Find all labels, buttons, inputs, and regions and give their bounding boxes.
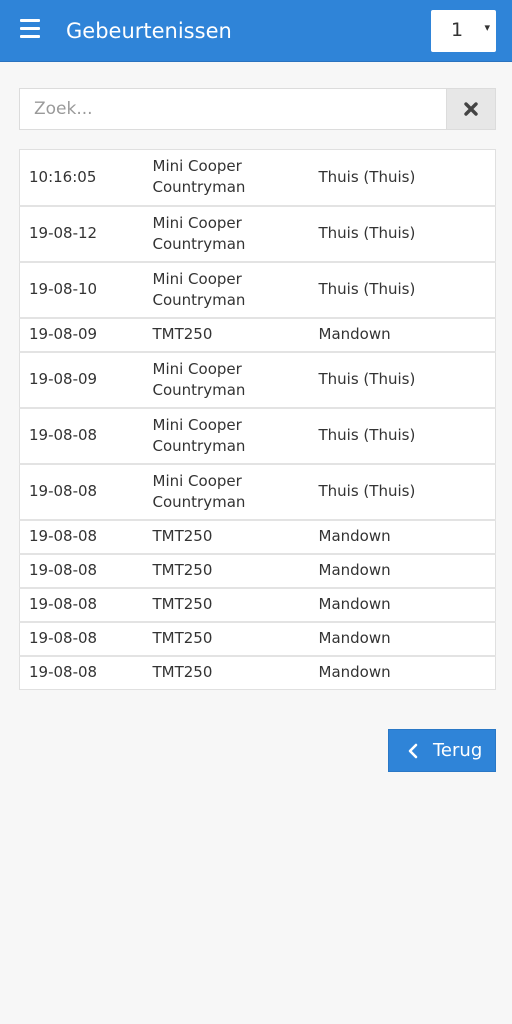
- event-location: Thuis (Thuis): [309, 260, 496, 318]
- app-header: Gebeurtenissen 1 ▾: [0, 0, 512, 62]
- event-location: Thuis (Thuis): [309, 204, 496, 262]
- table-row[interactable]: 19-08-08 TMT250 Mandown: [19, 654, 496, 690]
- table-row[interactable]: 19-08-12 Mini Cooper Countryman Thuis (Thu…: [19, 204, 496, 262]
- table-row[interactable]: 10:16:05 Mini Cooper Countryman Thuis (Thu…: [19, 149, 496, 206]
- close-icon: [464, 102, 478, 116]
- event-time: 19-08-08: [19, 462, 144, 520]
- event-time: 19-08-09: [19, 350, 144, 408]
- page-select-value: 1: [451, 19, 464, 41]
- event-location: Thuis (Thuis): [309, 406, 496, 464]
- search-bar: [19, 88, 496, 130]
- event-location: Thuis (Thuis): [309, 350, 496, 408]
- event-device: Mini Cooper Countryman: [143, 204, 310, 262]
- table-row[interactable]: 19-08-08 Mini Cooper Countryman Thuis (Thu…: [19, 462, 496, 520]
- event-location: Mandown: [309, 654, 496, 690]
- event-device: Mini Cooper Countryman: [143, 406, 310, 464]
- event-time: 19-08-08: [19, 552, 144, 588]
- event-device: TMT250: [143, 552, 310, 588]
- event-time: 19-08-08: [19, 518, 144, 554]
- event-device: Mini Cooper Countryman: [143, 149, 310, 206]
- table-row[interactable]: 19-08-08 TMT250 Mandown: [19, 586, 496, 622]
- event-time: 19-08-08: [19, 586, 144, 622]
- event-time: 19-08-08: [19, 654, 144, 690]
- page-title: Gebeurtenissen: [66, 19, 232, 43]
- event-device: TMT250: [143, 518, 310, 554]
- event-device: TMT250: [143, 316, 310, 352]
- event-device: Mini Cooper Countryman: [143, 260, 310, 318]
- table-row[interactable]: 19-08-09 TMT250 Mandown: [19, 316, 496, 352]
- table-row[interactable]: 19-08-08 TMT250 Mandown: [19, 620, 496, 656]
- event-location: Mandown: [309, 552, 496, 588]
- event-time: 19-08-10: [19, 260, 144, 318]
- event-location: Mandown: [309, 518, 496, 554]
- event-location: Mandown: [309, 316, 496, 352]
- events-table: 10:16:05 Mini Cooper Countryman Thuis (Thu…: [19, 149, 496, 690]
- event-time: 19-08-08: [19, 620, 144, 656]
- event-device: TMT250: [143, 586, 310, 622]
- event-time: 19-08-12: [19, 204, 144, 262]
- event-device: TMT250: [143, 654, 310, 690]
- table-row[interactable]: 19-08-09 Mini Cooper Countryman Thuis (Thu…: [19, 350, 496, 408]
- hamburger-icon[interactable]: [20, 19, 40, 39]
- chevron-left-icon: [408, 743, 418, 759]
- event-location: Thuis (Thuis): [309, 462, 496, 520]
- event-device: Mini Cooper Countryman: [143, 462, 310, 520]
- table-row[interactable]: 19-08-08 TMT250 Mandown: [19, 518, 496, 554]
- event-device: Mini Cooper Countryman: [143, 350, 310, 408]
- table-row[interactable]: 19-08-10 Mini Cooper Countryman Thuis (Thu…: [19, 260, 496, 318]
- back-button-label: Terug: [433, 740, 483, 761]
- event-time: 19-08-08: [19, 406, 144, 464]
- page-select[interactable]: 1 ▾: [431, 10, 496, 52]
- dropdown-arrow-icon: ▾: [484, 21, 490, 34]
- event-time: 10:16:05: [19, 149, 144, 206]
- clear-search-button[interactable]: [446, 89, 495, 129]
- table-row[interactable]: 19-08-08 TMT250 Mandown: [19, 552, 496, 588]
- event-location: Mandown: [309, 586, 496, 622]
- event-location: Mandown: [309, 620, 496, 656]
- back-button[interactable]: Terug: [388, 729, 496, 772]
- table-row[interactable]: 19-08-08 Mini Cooper Countryman Thuis (Thu…: [19, 406, 496, 464]
- event-location: Thuis (Thuis): [309, 149, 496, 206]
- event-device: TMT250: [143, 620, 310, 656]
- search-input[interactable]: [20, 89, 446, 129]
- event-time: 19-08-09: [19, 316, 144, 352]
